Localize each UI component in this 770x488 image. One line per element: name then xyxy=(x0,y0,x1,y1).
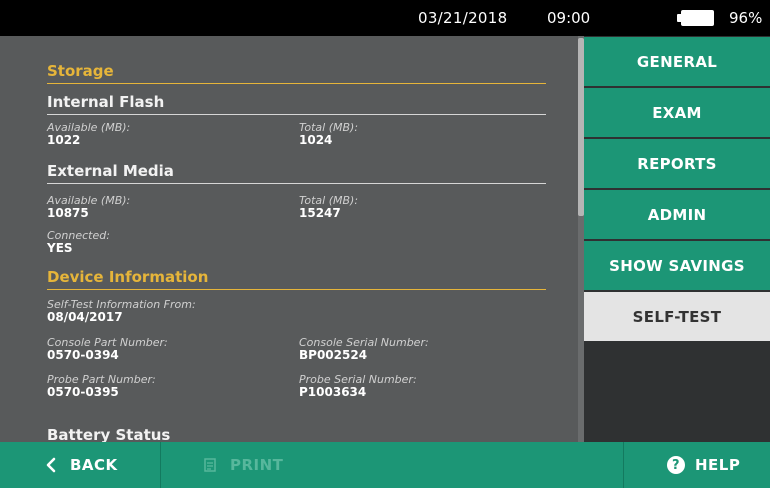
external-available-value: 10875 xyxy=(47,206,89,220)
section-device-information: Device Information xyxy=(47,268,546,290)
section-battery-status: Battery Status xyxy=(47,426,546,442)
external-total-value: 15247 xyxy=(299,206,341,220)
bottom-bar: BACK PRINT ? HELP xyxy=(0,442,770,488)
print-icon xyxy=(204,458,216,472)
section-external-media: External Media xyxy=(47,162,546,184)
chevron-left-icon xyxy=(46,457,56,473)
time-text: 09:00 xyxy=(547,9,591,27)
console-serial-value: BP002524 xyxy=(299,348,368,362)
nav-exam[interactable]: EXAM xyxy=(584,88,770,137)
divider xyxy=(623,442,624,488)
print-button[interactable]: PRINT xyxy=(204,442,283,488)
console-part-value: 0570-0394 xyxy=(47,348,119,362)
status-bar: 03/21/2018 09:00 96% xyxy=(0,0,770,36)
probe-part-value: 0570-0395 xyxy=(47,385,119,399)
nav-general[interactable]: GENERAL xyxy=(584,37,770,86)
connected-value: YES xyxy=(47,241,73,255)
nav-admin[interactable]: ADMIN xyxy=(584,190,770,239)
self-test-content[interactable]: Storage Internal Flash Available (MB): 1… xyxy=(0,36,578,442)
section-storage: Storage xyxy=(47,62,546,84)
battery-icon xyxy=(677,10,714,26)
settings-nav: GENERAL EXAM REPORTS ADMIN SHOW SAVINGS … xyxy=(584,36,770,442)
battery-percent: 96% xyxy=(729,9,763,27)
divider xyxy=(160,442,161,488)
internal-available-value: 1022 xyxy=(47,133,81,147)
selftest-from-value: 08/04/2017 xyxy=(47,310,123,324)
probe-serial-value: P1003634 xyxy=(299,385,367,399)
internal-total-value: 1024 xyxy=(299,133,333,147)
nav-reports[interactable]: REPORTS xyxy=(584,139,770,188)
help-icon: ? xyxy=(667,456,685,474)
nav-show-savings[interactable]: SHOW SAVINGS xyxy=(584,241,770,290)
help-label: HELP xyxy=(695,456,741,474)
print-label: PRINT xyxy=(230,456,284,474)
back-button[interactable]: BACK xyxy=(44,442,118,488)
nav-self-test[interactable]: SELF-TEST xyxy=(584,292,770,341)
date-text: 03/21/2018 xyxy=(418,9,508,27)
help-button[interactable]: ? HELP xyxy=(667,442,740,488)
section-internal-flash: Internal Flash xyxy=(47,93,546,115)
back-label: BACK xyxy=(70,456,118,474)
